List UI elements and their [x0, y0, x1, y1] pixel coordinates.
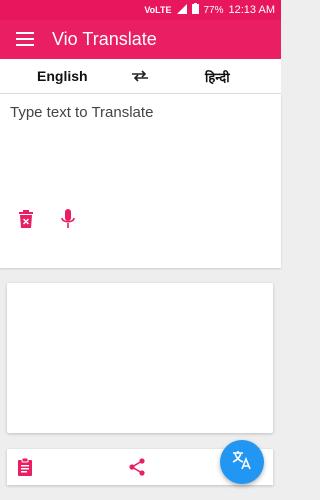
menu-icon[interactable]: [16, 32, 34, 46]
swap-icon[interactable]: [130, 69, 150, 83]
translation-output: [7, 283, 273, 433]
source-language[interactable]: English: [37, 68, 88, 84]
delete-icon[interactable]: [18, 210, 34, 228]
translate-icon: [231, 449, 253, 476]
share-icon[interactable]: [129, 458, 145, 476]
status-bar: VoLTE 77% 12:13 AM: [0, 0, 281, 20]
input-card: [0, 94, 281, 268]
battery-level: 77%: [203, 4, 224, 16]
translate-button[interactable]: [220, 440, 264, 484]
clipboard-icon[interactable]: [17, 457, 33, 476]
translate-input[interactable]: [10, 104, 270, 204]
signal-icon: [176, 3, 187, 17]
language-bar: English हिन्दी: [0, 59, 281, 94]
app-title: Vio Translate: [52, 29, 157, 49]
app-bar: Vio Translate: [0, 20, 281, 59]
battery-icon: [191, 3, 199, 17]
network-indicator: VoLTE: [144, 5, 172, 15]
clock: 12:13 AM: [228, 4, 275, 16]
mic-icon[interactable]: [60, 209, 76, 229]
target-language[interactable]: हिन्दी: [205, 68, 230, 86]
